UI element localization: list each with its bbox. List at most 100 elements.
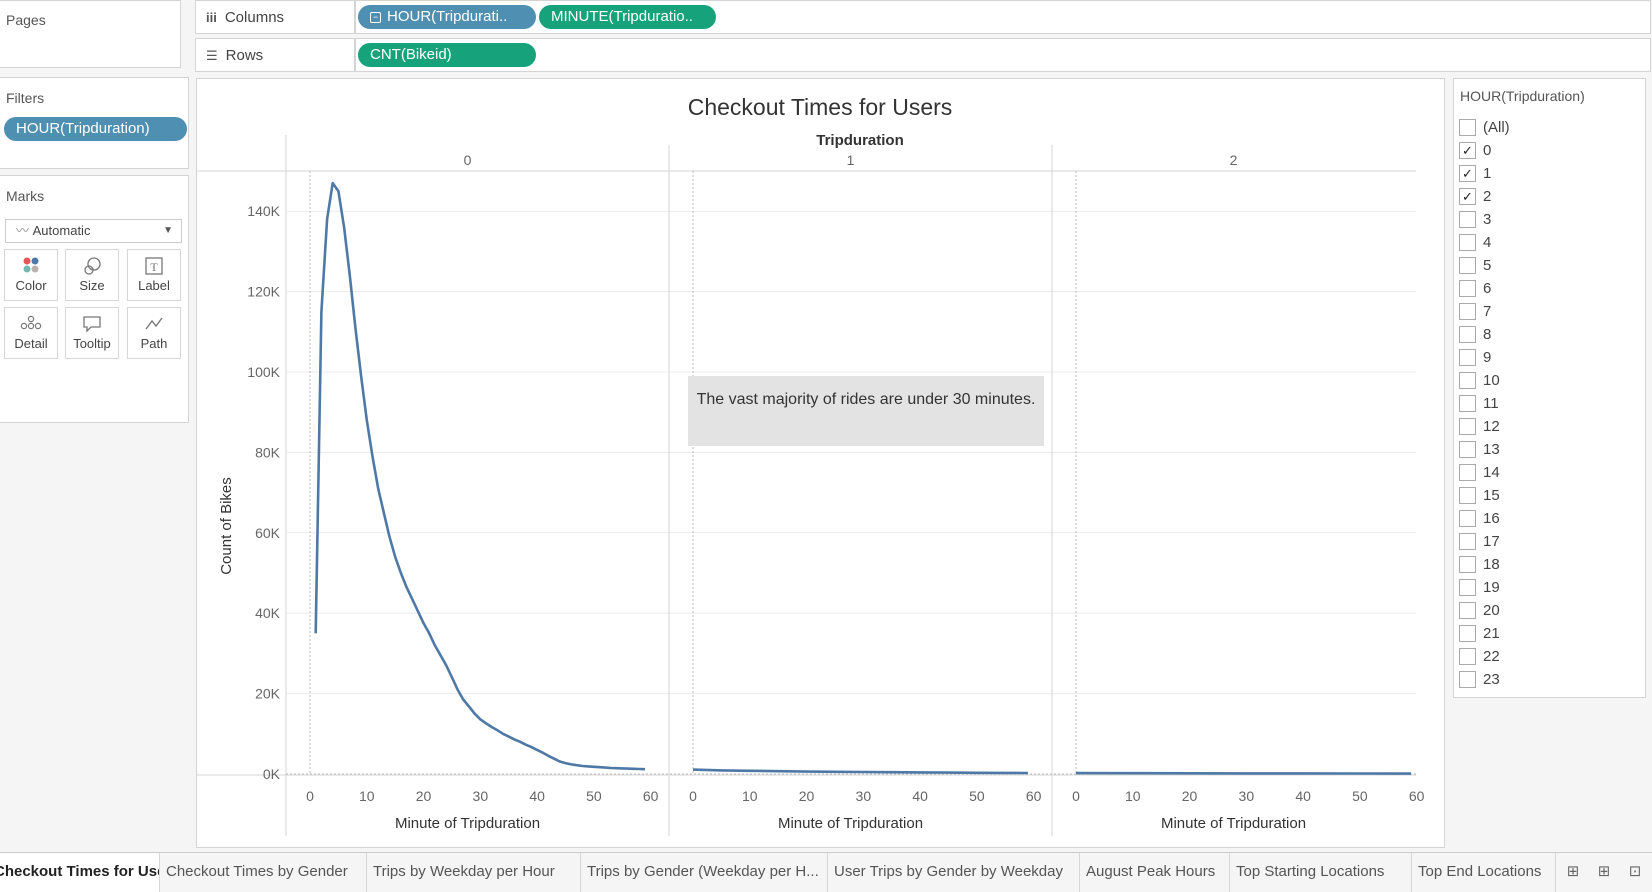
checkbox-icon[interactable]: [1459, 578, 1476, 596]
collapse-icon[interactable]: −: [370, 12, 381, 23]
mark-type-label: Automatic: [32, 223, 91, 238]
filter-item[interactable]: ✓ 1: [1459, 162, 1491, 184]
filter-item[interactable]: 13: [1459, 438, 1500, 460]
filter-item-label: 13: [1483, 440, 1500, 458]
filter-item[interactable]: 12: [1459, 415, 1500, 437]
filter-item[interactable]: 5: [1459, 254, 1491, 276]
sheet-tab[interactable]: August Peak Hours: [1080, 853, 1230, 892]
filter-item[interactable]: 3: [1459, 208, 1491, 230]
tooltip-icon: [66, 314, 118, 336]
filter-item[interactable]: 14: [1459, 461, 1500, 483]
filter-item[interactable]: 18: [1459, 553, 1500, 575]
filter-item[interactable]: 11: [1459, 392, 1499, 414]
columns-pill-hour[interactable]: − HOUR(Tripdurati..: [358, 5, 536, 29]
filter-item[interactable]: 4: [1459, 231, 1491, 253]
annotation-box[interactable]: The vast majority of rides are under 30 …: [688, 376, 1044, 446]
tooltip-button[interactable]: Tooltip: [65, 307, 119, 359]
rows-pill-cnt[interactable]: CNT(Bikeid): [358, 43, 536, 67]
filter-item-label: 11: [1483, 394, 1499, 412]
new-story-icon[interactable]: ⊡: [1625, 862, 1645, 882]
filter-item[interactable]: 8: [1459, 323, 1491, 345]
filter-item[interactable]: 17: [1459, 530, 1500, 552]
checkbox-icon[interactable]: [1459, 463, 1476, 481]
filter-item[interactable]: 9: [1459, 346, 1491, 368]
checkbox-icon[interactable]: [1459, 118, 1476, 136]
x-tick-label: 50: [1352, 788, 1368, 804]
rows-pill-cnt-label: CNT(Bikeid): [370, 46, 452, 63]
mark-type-dropdown[interactable]: 〰 Automatic ▼: [5, 219, 182, 243]
chart-title: Checkout Times for Users: [688, 94, 953, 120]
checkbox-icon[interactable]: [1459, 210, 1476, 228]
filter-item-label: 0: [1483, 141, 1492, 159]
checkbox-icon[interactable]: [1459, 417, 1476, 435]
checkbox-icon[interactable]: [1459, 233, 1476, 251]
filter-item[interactable]: 22: [1459, 645, 1500, 667]
color-button[interactable]: Color: [4, 249, 58, 301]
checkbox-icon[interactable]: [1459, 440, 1476, 458]
filters-pill-hour[interactable]: HOUR(Tripduration): [4, 117, 187, 141]
filter-item[interactable]: 19: [1459, 576, 1500, 598]
filter-item-label: 21: [1483, 624, 1500, 642]
x-tick-label: 30: [856, 788, 872, 804]
checkbox-icon[interactable]: [1459, 371, 1476, 389]
chevron-down-icon[interactable]: ▼: [163, 220, 173, 242]
pages-title: Pages: [6, 12, 46, 28]
checkbox-icon[interactable]: [1459, 532, 1476, 550]
marks-title: Marks: [6, 188, 45, 204]
checkbox-icon[interactable]: [1459, 348, 1476, 366]
filter-item[interactable]: 6: [1459, 277, 1491, 299]
sheet-tab[interactable]: Checkout Times for Users: [0, 853, 160, 892]
checkbox-icon[interactable]: [1459, 256, 1476, 274]
filter-item[interactable]: 7: [1459, 300, 1491, 322]
path-button[interactable]: Path: [127, 307, 181, 359]
checkbox-icon[interactable]: [1459, 601, 1476, 619]
y-tick-label: 80K: [255, 444, 281, 460]
filter-item[interactable]: 20: [1459, 599, 1500, 621]
sheet-tab[interactable]: Top End Locations: [1412, 853, 1556, 892]
y-tick-label: 40K: [255, 605, 281, 621]
checkbox-icon[interactable]: [1459, 647, 1476, 665]
size-button[interactable]: Size: [65, 249, 119, 301]
filter-item[interactable]: 23: [1459, 668, 1500, 690]
sheet-tab[interactable]: User Trips by Gender by Weekday: [828, 853, 1080, 892]
checkbox-checked-icon[interactable]: ✓: [1459, 164, 1476, 182]
new-worksheet-icon[interactable]: ⊞: [1563, 862, 1583, 882]
sheet-tab[interactable]: Trips by Gender (Weekday per H...: [581, 853, 828, 892]
columns-pill-minute[interactable]: MINUTE(Tripduratio..: [539, 5, 716, 29]
checkbox-icon[interactable]: [1459, 325, 1476, 343]
checkbox-checked-icon[interactable]: ✓: [1459, 141, 1476, 159]
filter-item[interactable]: 15: [1459, 484, 1500, 506]
columns-pill-minute-label: MINUTE(Tripduratio..: [551, 8, 693, 25]
y-tick-label: 100K: [247, 364, 280, 380]
detail-button[interactable]: Detail: [4, 307, 58, 359]
checkbox-icon[interactable]: [1459, 279, 1476, 297]
checkbox-icon[interactable]: [1459, 394, 1476, 412]
filter-item[interactable]: ✓ 0: [1459, 139, 1491, 161]
sheet-tab[interactable]: Top Starting Locations: [1230, 853, 1412, 892]
filter-item-label: 18: [1483, 555, 1500, 573]
x-tick-label: 30: [1239, 788, 1255, 804]
column-header-label: 2: [1230, 152, 1238, 168]
sheet-tab[interactable]: Trips by Weekday per Hour: [367, 853, 581, 892]
checkbox-icon[interactable]: [1459, 509, 1476, 527]
new-dashboard-icon[interactable]: ⊞: [1594, 862, 1614, 882]
column-header-label: 0: [464, 152, 472, 168]
label-button[interactable]: T Label: [127, 249, 181, 301]
filter-item[interactable]: 16: [1459, 507, 1500, 529]
rows-shelf[interactable]: [355, 38, 1651, 72]
x-tick-label: 40: [912, 788, 928, 804]
checkbox-icon[interactable]: [1459, 555, 1476, 573]
checkbox-icon[interactable]: [1459, 624, 1476, 642]
x-tick-label: 10: [1125, 788, 1141, 804]
filter-item[interactable]: 21: [1459, 622, 1500, 644]
checkbox-icon[interactable]: [1459, 302, 1476, 320]
checkbox-checked-icon[interactable]: ✓: [1459, 187, 1476, 205]
filter-item[interactable]: ✓ 2: [1459, 185, 1491, 207]
filter-item[interactable]: (All): [1459, 116, 1510, 138]
checkbox-icon[interactable]: [1459, 670, 1476, 688]
filter-item[interactable]: 10: [1459, 369, 1500, 391]
sheet-tab[interactable]: Checkout Times by Gender: [160, 853, 367, 892]
checkbox-icon[interactable]: [1459, 486, 1476, 504]
color-label: Color: [15, 278, 47, 293]
series-line-1: [692, 768, 1029, 775]
